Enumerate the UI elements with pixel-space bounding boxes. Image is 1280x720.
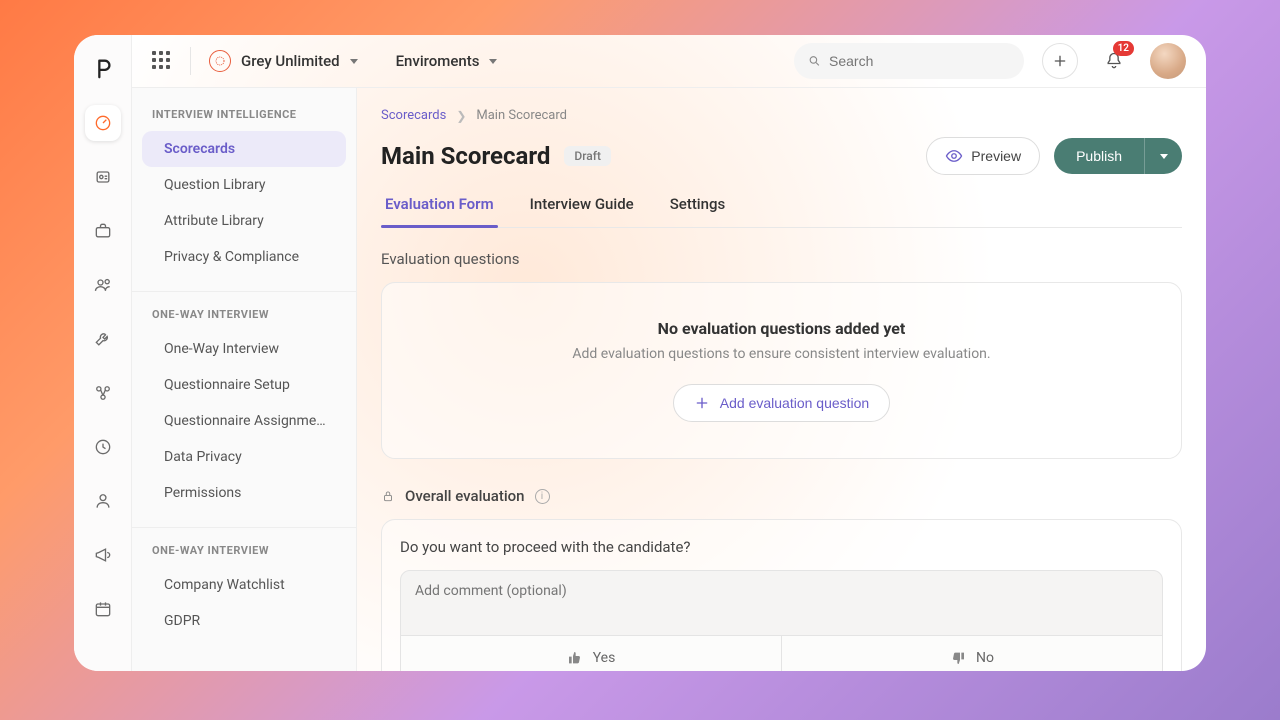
- chevron-down-icon: [489, 59, 497, 64]
- overall-evaluation-label: Overall evaluation: [405, 487, 525, 505]
- empty-state-title: No evaluation questions added yet: [418, 319, 1145, 338]
- user-avatar[interactable]: [1150, 43, 1186, 79]
- rail-wrench-icon[interactable]: [85, 321, 121, 357]
- env-label: Enviroments: [396, 52, 480, 70]
- vote-row: Yes No: [400, 636, 1163, 671]
- rail-badge-icon[interactable]: [85, 159, 121, 195]
- overall-evaluation-card: Do you want to proceed with the candidat…: [381, 519, 1182, 671]
- add-button[interactable]: [1042, 43, 1078, 79]
- lock-icon: [381, 489, 395, 503]
- logo-icon[interactable]: [89, 49, 117, 87]
- apps-grid-icon[interactable]: [152, 51, 172, 71]
- tab-interview-guide[interactable]: Interview Guide: [526, 195, 638, 227]
- plus-icon: [1052, 53, 1068, 69]
- sidebar-item-attribute-library[interactable]: Attribute Library: [132, 203, 356, 239]
- empty-state-subtitle: Add evaluation questions to ensure consi…: [418, 346, 1145, 362]
- search-box[interactable]: [794, 43, 1024, 79]
- add-evaluation-question-button[interactable]: Add evaluation question: [673, 384, 890, 422]
- content-area: Scorecards ❯ Main Scorecard Main Scoreca…: [357, 88, 1206, 671]
- preview-button[interactable]: Preview: [926, 137, 1040, 175]
- search-icon: [808, 53, 821, 69]
- sidebar-item-questionnaire-setup[interactable]: Questionnaire Setup: [132, 367, 356, 403]
- rail-dashboard-icon[interactable]: [85, 105, 121, 141]
- notification-badge: 12: [1113, 41, 1134, 56]
- sidebar-section-title: INTERVIEW INTELLIGENCE: [132, 108, 356, 131]
- plus-icon: [694, 395, 710, 411]
- sidebar-item-scorecards[interactable]: Scorecards: [142, 131, 346, 167]
- vote-yes-button[interactable]: Yes: [401, 636, 782, 671]
- divider: [132, 527, 356, 528]
- body-row: INTERVIEW INTELLIGENCE Scorecards Questi…: [132, 87, 1206, 671]
- chevron-down-icon: [1160, 154, 1168, 159]
- publish-dropdown-button[interactable]: [1144, 138, 1182, 174]
- org-selector[interactable]: Grey Unlimited: [209, 50, 358, 72]
- breadcrumb-current: Main Scorecard: [476, 108, 567, 123]
- sidebar-item-company-watchlist[interactable]: Company Watchlist: [132, 567, 356, 603]
- topbar: Grey Unlimited Enviroments 12: [132, 35, 1206, 87]
- sidebar-item-question-library[interactable]: Question Library: [132, 167, 356, 203]
- sidebar-item-one-way-interview[interactable]: One-Way Interview: [132, 331, 356, 367]
- org-avatar-icon: [209, 50, 231, 72]
- page-title: Main Scorecard: [381, 142, 550, 170]
- search-input[interactable]: [829, 53, 1010, 69]
- preview-label: Preview: [971, 148, 1021, 164]
- sidebar-item-gdpr[interactable]: GDPR: [132, 603, 356, 639]
- eye-icon: [945, 147, 963, 165]
- rail-megaphone-icon[interactable]: [85, 537, 121, 573]
- sidebar: INTERVIEW INTELLIGENCE Scorecards Questi…: [132, 88, 357, 671]
- sidebar-section-title: ONE-WAY INTERVIEW: [132, 308, 356, 331]
- info-icon[interactable]: i: [535, 489, 550, 504]
- chevron-right-icon: ❯: [456, 109, 466, 123]
- thumbs-down-icon: [950, 650, 966, 666]
- rail-briefcase-icon[interactable]: [85, 213, 121, 249]
- section-label: Evaluation questions: [381, 250, 1182, 268]
- org-name: Grey Unlimited: [241, 52, 340, 70]
- sidebar-item-questionnaire-assignment[interactable]: Questionnaire Assignme…: [132, 403, 356, 439]
- environment-selector[interactable]: Enviroments: [396, 52, 498, 70]
- rail-org-icon[interactable]: [85, 375, 121, 411]
- rail-person-icon[interactable]: [85, 483, 121, 519]
- divider: [190, 47, 191, 75]
- empty-state-card: No evaluation questions added yet Add ev…: [381, 282, 1182, 459]
- app-window: Grey Unlimited Enviroments 12: [74, 35, 1206, 671]
- rail-people-icon[interactable]: [85, 267, 121, 303]
- breadcrumb: Scorecards ❯ Main Scorecard: [381, 108, 1182, 123]
- comment-box: [400, 570, 1163, 636]
- thumbs-up-icon: [567, 650, 583, 666]
- sidebar-section-title: ONE-WAY INTERVIEW: [132, 544, 356, 567]
- publish-button[interactable]: Publish: [1054, 138, 1144, 174]
- sidebar-item-permissions[interactable]: Permissions: [132, 475, 356, 511]
- tabs: Evaluation Form Interview Guide Settings: [381, 195, 1182, 228]
- publish-button-group: Publish: [1054, 138, 1182, 174]
- evaluation-question: Do you want to proceed with the candidat…: [400, 538, 1163, 556]
- icon-rail: [74, 35, 132, 671]
- status-badge: Draft: [564, 146, 611, 166]
- comment-textarea[interactable]: [401, 571, 1162, 631]
- rail-calendar-icon[interactable]: [85, 591, 121, 627]
- tab-evaluation-form[interactable]: Evaluation Form: [381, 195, 498, 227]
- divider: [132, 291, 356, 292]
- vote-no-button[interactable]: No: [782, 636, 1162, 671]
- main-panel: Grey Unlimited Enviroments 12: [132, 35, 1206, 671]
- tab-settings[interactable]: Settings: [666, 195, 730, 227]
- add-button-label: Add evaluation question: [720, 395, 869, 411]
- title-row: Main Scorecard Draft Preview Publish: [381, 137, 1182, 175]
- sidebar-item-privacy-compliance[interactable]: Privacy & Compliance: [132, 239, 356, 275]
- no-label: No: [976, 650, 994, 666]
- rail-clock-icon[interactable]: [85, 429, 121, 465]
- notifications-button[interactable]: 12: [1096, 43, 1132, 79]
- overall-evaluation-header: Overall evaluation i: [381, 487, 1182, 505]
- yes-label: Yes: [593, 650, 616, 666]
- breadcrumb-root[interactable]: Scorecards: [381, 108, 446, 123]
- sidebar-item-data-privacy[interactable]: Data Privacy: [132, 439, 356, 475]
- chevron-down-icon: [350, 59, 358, 64]
